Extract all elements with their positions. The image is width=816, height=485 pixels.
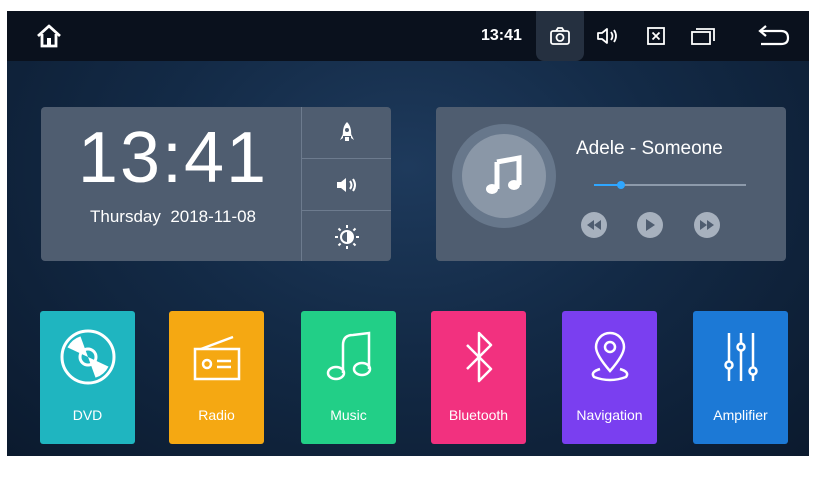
fast-forward-icon bbox=[700, 220, 714, 230]
home-icon[interactable] bbox=[29, 11, 69, 61]
fast-forward-button[interactable] bbox=[694, 212, 720, 238]
app-tile-radio[interactable]: Radio bbox=[169, 311, 264, 444]
app-tile-amplifier[interactable]: Amplifier bbox=[693, 311, 788, 444]
music-widget[interactable]: Adele - Someone bbox=[436, 107, 786, 261]
brightness-button[interactable] bbox=[302, 211, 391, 262]
head-unit-screen: 13:41 13:41 Thursday 2018-11-08 Adele - … bbox=[7, 11, 809, 456]
rocket-icon bbox=[339, 121, 354, 141]
clock-date: 2018-11-08 bbox=[170, 207, 257, 226]
app-label: Music bbox=[330, 407, 367, 423]
app-tile-bluetooth[interactable]: Bluetooth bbox=[431, 311, 526, 444]
clock-day: Thursday bbox=[89, 207, 161, 226]
app-label: DVD bbox=[72, 407, 103, 423]
rocket-button[interactable] bbox=[302, 107, 391, 158]
clock-date-line: Thursday 2018-11-08 bbox=[65, 207, 281, 227]
brightness-icon bbox=[334, 224, 359, 249]
rewind-icon bbox=[587, 220, 601, 230]
progress-knob[interactable] bbox=[617, 181, 626, 189]
volume-icon[interactable] bbox=[590, 11, 626, 61]
disc-icon bbox=[40, 325, 135, 389]
app-label: Bluetooth bbox=[448, 407, 509, 423]
clock-widget[interactable]: 13:41 Thursday 2018-11-08 bbox=[41, 107, 391, 261]
camera-icon[interactable] bbox=[542, 11, 578, 61]
volume-icon bbox=[336, 177, 356, 192]
music-note-icon bbox=[301, 325, 396, 389]
recent-apps-icon[interactable] bbox=[683, 11, 723, 61]
rewind-button[interactable] bbox=[581, 212, 607, 238]
album-art[interactable] bbox=[462, 134, 546, 218]
status-bar: 13:41 bbox=[7, 11, 809, 61]
clock-time: 13:41 bbox=[77, 118, 269, 198]
back-icon[interactable] bbox=[752, 11, 796, 61]
app-label: Amplifier bbox=[713, 407, 768, 423]
app-label: Navigation bbox=[576, 407, 643, 423]
music-note-icon bbox=[486, 155, 522, 194]
play-icon bbox=[646, 219, 655, 231]
radio-icon bbox=[169, 325, 264, 389]
play-button[interactable] bbox=[637, 212, 663, 238]
app-tile-music[interactable]: Music bbox=[301, 311, 396, 444]
equalizer-icon bbox=[693, 325, 788, 389]
song-title: Adele - Someone bbox=[576, 138, 723, 159]
location-pin-icon bbox=[562, 325, 657, 389]
app-label: Radio bbox=[198, 407, 235, 423]
status-time: 13:41 bbox=[481, 27, 522, 44]
bluetooth-icon bbox=[431, 325, 526, 389]
app-tile-navigation[interactable]: Navigation bbox=[562, 311, 657, 444]
close-window-icon[interactable] bbox=[638, 11, 674, 61]
volume-button[interactable] bbox=[302, 159, 391, 210]
app-tile-dvd[interactable]: DVD bbox=[40, 311, 135, 444]
progress-bar[interactable] bbox=[594, 181, 746, 189]
